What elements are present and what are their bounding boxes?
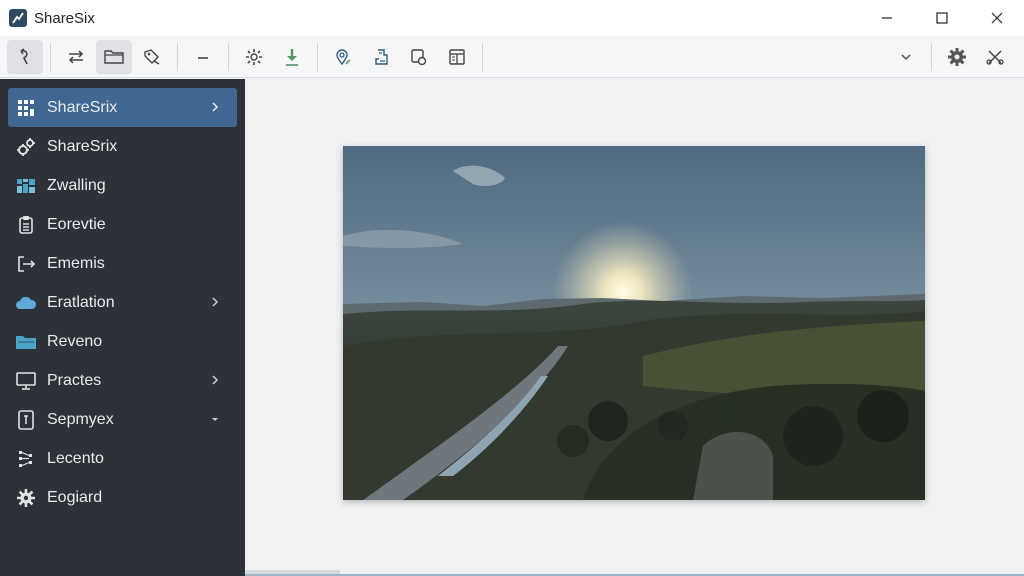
dashboard-tiles-icon <box>15 175 37 197</box>
sidebar-item-label: Eogiard <box>47 488 103 506</box>
network-nodes-icon <box>15 448 37 470</box>
folder-button[interactable] <box>96 39 132 74</box>
sidebar-item-label: Practes <box>47 371 102 389</box>
folder-icon <box>15 331 37 353</box>
maximize-button[interactable] <box>914 0 969 36</box>
chevron-right-icon <box>207 372 223 388</box>
toolbar-separator <box>931 42 932 71</box>
toolbar <box>0 36 1024 78</box>
scissors-icon <box>986 49 1004 65</box>
title-bar: ShareSix <box>0 0 1024 36</box>
app-title: ShareSix <box>34 9 95 27</box>
document-align-button[interactable] <box>363 40 399 74</box>
folder-icon <box>104 49 124 64</box>
gears-icon <box>15 136 37 158</box>
scissors-button[interactable] <box>977 40 1013 74</box>
location-button[interactable] <box>325 40 361 74</box>
window-controls <box>859 0 1024 36</box>
settings-outline-button[interactable] <box>236 40 272 74</box>
minus-icon <box>198 56 208 59</box>
chevron-down-icon <box>901 53 911 60</box>
cloud-icon <box>15 292 37 314</box>
card-shield-icon <box>411 48 427 65</box>
document-icon <box>15 409 37 431</box>
toolbar-separator <box>228 42 229 71</box>
toolbar-separator <box>50 42 51 71</box>
close-button[interactable] <box>969 0 1024 36</box>
close-icon <box>991 12 1002 24</box>
minimize-button[interactable] <box>859 0 914 36</box>
sidebar-item-label: Eratlation <box>47 293 115 311</box>
sidebar-item-sepmyex[interactable]: Sepmyex <box>8 400 237 439</box>
sidebar-item-label: Ememis <box>47 254 105 272</box>
layout-panel-icon <box>449 48 465 65</box>
toolbar-separator <box>317 42 318 71</box>
minimize-icon <box>881 17 892 19</box>
sidebar-item-eogiard[interactable]: Eogiard <box>8 478 237 517</box>
download-arrow-icon <box>286 48 298 66</box>
sidebar-item-practes[interactable]: Practes <box>8 361 237 400</box>
tag-edit-icon <box>144 48 160 65</box>
location-pin-icon <box>336 48 351 65</box>
caret-down-icon <box>207 411 223 427</box>
sidebar-item-label: Lecento <box>47 449 104 467</box>
settings-gear-outline-icon <box>246 48 262 65</box>
swap-arrows-icon <box>68 49 84 64</box>
pointer-tool-icon <box>20 47 28 64</box>
sidebar-item-label: ShareSrix <box>47 137 118 155</box>
landscape-sunset-photo[interactable] <box>343 146 925 500</box>
arrow-bracket-icon <box>15 253 37 275</box>
main-content <box>245 79 1024 576</box>
toolbar-separator <box>177 42 178 71</box>
sidebar-item-zwalling[interactable]: Zwalling <box>8 166 237 205</box>
layout-panel-button[interactable] <box>439 40 475 74</box>
sidebar-item-label: ShareSrix <box>47 98 118 116</box>
maximize-icon <box>935 12 948 24</box>
minus-button[interactable] <box>185 40 221 74</box>
document-align-icon <box>375 48 388 65</box>
sidebar-item-eratlation[interactable]: Eratlation <box>8 283 237 322</box>
download-button[interactable] <box>274 40 310 74</box>
pointer-tool-button[interactable] <box>7 39 43 74</box>
tag-edit-button[interactable] <box>134 40 170 74</box>
monitor-icon <box>15 370 37 392</box>
sidebar-item-label: Zwalling <box>47 176 106 194</box>
sidebar-item-label: Sepmyex <box>47 410 114 428</box>
sidebar-item-label: Reveno <box>47 332 103 350</box>
chevron-right-icon <box>207 294 223 310</box>
sidebar-item-sharesrix-2[interactable]: ShareSrix <box>8 127 237 166</box>
toolbar-separator <box>482 42 483 71</box>
dropdown-button[interactable] <box>888 40 924 74</box>
sidebar-item-reveno[interactable]: Reveno <box>8 322 237 361</box>
grid-icon <box>15 97 37 119</box>
sidebar-item-lecento[interactable]: Lecento <box>8 439 237 478</box>
sidebar-item-sharesrix[interactable]: ShareSrix <box>8 88 237 127</box>
settings-button[interactable] <box>939 40 975 74</box>
sidebar-item-ememis[interactable]: Ememis <box>8 244 237 283</box>
sidebar-item-eorevtie[interactable]: Eorevtie <box>8 205 237 244</box>
card-shield-button[interactable] <box>401 40 437 74</box>
sidebar: ShareSrix ShareSrix Zwalling Eorevtie Em… <box>0 79 245 576</box>
app-logo-icon <box>9 9 27 27</box>
gear-icon <box>15 487 37 509</box>
gear-icon <box>948 47 966 66</box>
sidebar-item-label: Eorevtie <box>47 215 106 233</box>
chevron-right-icon <box>207 99 223 115</box>
swap-button[interactable] <box>58 40 94 74</box>
clipboard-icon <box>15 214 37 236</box>
